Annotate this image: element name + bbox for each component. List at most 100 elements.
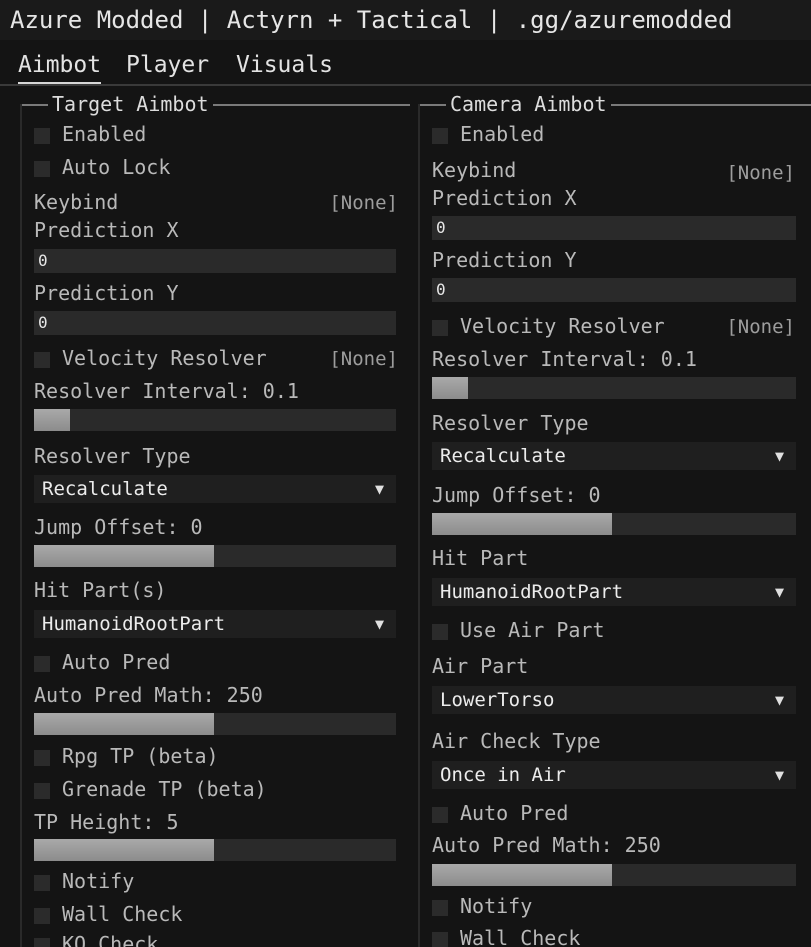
cam-velocity-resolver-label: Velocity Resolver <box>460 314 665 338</box>
air-part-label: Air Part <box>432 654 529 678</box>
cam-prediction-x-label: Prediction X <box>432 186 577 210</box>
cam-hit-part-value: HumanoidRootPart <box>440 581 624 603</box>
cam-resolver-interval-fill <box>432 377 468 399</box>
auto-lock-checkbox[interactable] <box>34 161 50 177</box>
auto-pred-checkbox[interactable] <box>34 656 50 672</box>
jump-offset-label: Jump Offset: 0 <box>34 515 203 539</box>
target-aimbot-header: Target Aimbot <box>20 92 410 116</box>
cam-wall-check-checkbox[interactable] <box>432 932 448 947</box>
cam-auto-pred-math-fill <box>432 864 612 886</box>
cam-keybind-button[interactable]: [None] <box>726 159 795 187</box>
tp-height-fill <box>34 839 214 861</box>
camera-aimbot-header: Camera Aimbot <box>418 92 811 116</box>
cam-velocity-resolver-keybind[interactable]: [None] <box>726 313 795 341</box>
tab-player[interactable]: Player <box>126 48 209 82</box>
rpg-tp-label: Rpg TP (beta) <box>62 744 219 768</box>
notify-checkbox[interactable] <box>34 875 50 891</box>
chevron-down-icon: ▼ <box>374 615 384 633</box>
wall-check-label: Wall Check <box>62 902 183 926</box>
cam-resolver-type-dropdown[interactable]: Recalculate ▼ <box>432 442 796 470</box>
use-air-part-label: Use Air Part <box>460 618 605 642</box>
jump-offset-slider[interactable] <box>34 545 396 567</box>
keybind-button[interactable]: [None] <box>329 189 398 217</box>
cam-jump-offset-fill <box>432 513 612 535</box>
window-title: Azure Modded | Actyrn + Tactical | .gg/a… <box>0 0 811 40</box>
tab-aimbot[interactable]: Aimbot <box>18 48 102 84</box>
tp-height-slider[interactable] <box>34 839 396 861</box>
velocity-resolver-keybind[interactable]: [None] <box>329 345 398 373</box>
chevron-down-icon: ▼ <box>774 766 784 784</box>
tp-height-label: TP Height: 5 <box>34 810 179 834</box>
rpg-tp-checkbox[interactable] <box>34 750 50 766</box>
camera-aimbot-title: Camera Aimbot <box>446 92 611 116</box>
prediction-y-input[interactable]: 0 <box>34 311 396 335</box>
velocity-resolver-checkbox[interactable] <box>34 352 50 368</box>
cam-resolver-interval-slider[interactable] <box>432 377 796 399</box>
target-aimbot-title: Target Aimbot <box>48 92 213 116</box>
notify-label: Notify <box>62 869 135 893</box>
air-part-dropdown[interactable]: LowerTorso ▼ <box>432 686 796 714</box>
chevron-down-icon: ▼ <box>374 480 384 498</box>
hit-parts-label: Hit Part(s) <box>34 578 167 602</box>
ko-check-label: KO Check <box>62 932 159 947</box>
air-check-type-value: Once in Air <box>440 764 566 786</box>
auto-pred-math-slider[interactable] <box>34 713 396 735</box>
cam-resolver-interval-label: Resolver Interval: 0.1 <box>432 347 697 371</box>
cam-jump-offset-slider[interactable] <box>432 513 796 535</box>
auto-pred-label: Auto Pred <box>62 650 171 674</box>
hit-parts-value: HumanoidRootPart <box>42 613 226 635</box>
cam-notify-label: Notify <box>460 894 533 918</box>
auto-pred-math-fill <box>34 713 214 735</box>
use-air-part-checkbox[interactable] <box>432 624 448 640</box>
cam-resolver-type-value: Recalculate <box>440 445 566 467</box>
target-aimbot-panel: Target Aimbot Enabled Auto Lock Keybind … <box>20 86 410 947</box>
tab-visuals[interactable]: Visuals <box>236 48 333 82</box>
enabled-checkbox[interactable] <box>34 128 50 144</box>
chevron-down-icon: ▼ <box>774 447 784 465</box>
resolver-interval-fill <box>34 409 70 431</box>
cam-prediction-y-label: Prediction Y <box>432 248 577 272</box>
air-part-value: LowerTorso <box>440 689 555 711</box>
cam-hit-part-dropdown[interactable]: HumanoidRootPart ▼ <box>432 578 796 606</box>
hit-parts-dropdown[interactable]: HumanoidRootPart ▼ <box>34 610 396 638</box>
tab-bar: Aimbot Player Visuals <box>0 46 811 86</box>
auto-lock-label: Auto Lock <box>62 155 171 179</box>
resolver-type-label: Resolver Type <box>34 444 191 468</box>
cam-hit-part-label: Hit Part <box>432 546 529 570</box>
cam-prediction-x-input[interactable]: 0 <box>432 216 796 240</box>
cam-jump-offset-label: Jump Offset: 0 <box>432 483 601 507</box>
cam-prediction-y-input[interactable]: 0 <box>432 278 796 302</box>
grenade-tp-checkbox[interactable] <box>34 783 50 799</box>
cam-enabled-label: Enabled <box>460 122 545 146</box>
jump-offset-fill <box>34 545 214 567</box>
prediction-y-label: Prediction Y <box>34 281 179 305</box>
cam-wall-check-label: Wall Check <box>460 926 581 947</box>
resolver-interval-label: Resolver Interval: 0.1 <box>34 379 299 403</box>
chevron-down-icon: ▼ <box>774 691 784 709</box>
auto-pred-math-label: Auto Pred Math: 250 <box>34 683 263 707</box>
cam-auto-pred-label: Auto Pred <box>460 801 569 825</box>
velocity-resolver-label: Velocity Resolver <box>62 346 267 370</box>
wall-check-checkbox[interactable] <box>34 908 50 924</box>
air-check-type-label: Air Check Type <box>432 729 601 753</box>
prediction-x-input[interactable]: 0 <box>34 249 396 273</box>
resolver-type-value: Recalculate <box>42 478 168 500</box>
cam-notify-checkbox[interactable] <box>432 900 448 916</box>
resolver-type-dropdown[interactable]: Recalculate ▼ <box>34 475 396 503</box>
cheat-menu-window: Azure Modded | Actyrn + Tactical | .gg/a… <box>0 0 811 947</box>
cam-keybind-label: Keybind <box>432 158 517 182</box>
ko-check-checkbox[interactable] <box>34 938 50 947</box>
air-check-type-dropdown[interactable]: Once in Air ▼ <box>432 761 796 789</box>
cam-auto-pred-checkbox[interactable] <box>432 807 448 823</box>
cam-velocity-resolver-checkbox[interactable] <box>432 320 448 336</box>
keybind-label: Keybind <box>34 190 119 214</box>
prediction-x-label: Prediction X <box>34 218 179 242</box>
enabled-label: Enabled <box>62 122 147 146</box>
camera-aimbot-panel: Camera Aimbot Enabled Keybind [None] Pre… <box>418 86 811 947</box>
cam-auto-pred-math-label: Auto Pred Math: 250 <box>432 833 661 857</box>
grenade-tp-label: Grenade TP (beta) <box>62 777 267 801</box>
resolver-interval-slider[interactable] <box>34 409 396 431</box>
cam-enabled-checkbox[interactable] <box>432 128 448 144</box>
cam-auto-pred-math-slider[interactable] <box>432 864 796 886</box>
chevron-down-icon: ▼ <box>774 583 784 601</box>
